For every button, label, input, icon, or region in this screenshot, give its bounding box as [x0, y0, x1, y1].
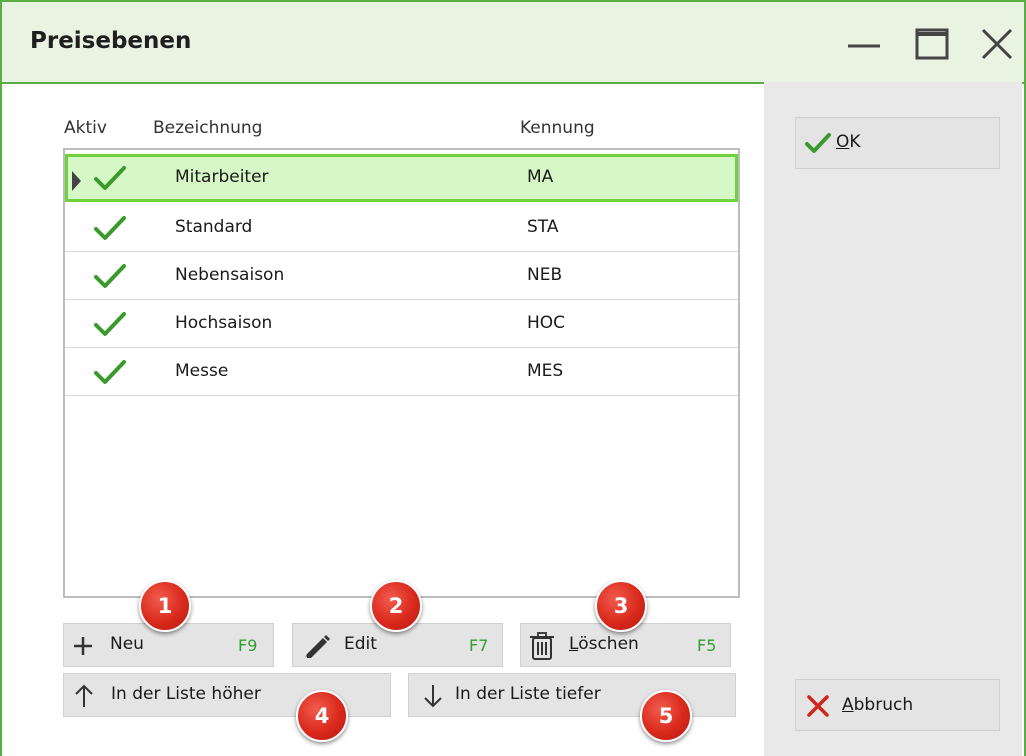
annotation-badge-1: 1: [139, 580, 191, 632]
arrow-down-icon: [424, 685, 442, 708]
row-kennung: HOC: [527, 313, 566, 333]
checkmark-icon: [805, 133, 831, 153]
row-bezeichnung: Messe: [175, 361, 229, 381]
column-header-bezeichnung[interactable]: Bezeichnung: [153, 118, 262, 138]
list-row[interactable]: Mitarbeiter MA: [65, 154, 738, 202]
minimize-icon: [848, 44, 880, 48]
abbruch-button[interactable]: Abbruch: [795, 679, 1000, 731]
annotation-badge-3: 3: [595, 580, 647, 632]
maximize-icon: [915, 28, 949, 60]
button-panel: [764, 82, 1022, 756]
row-kennung: MA: [527, 167, 554, 187]
close-icon: [981, 28, 1013, 60]
move-down-label: In der Liste tiefer: [455, 684, 601, 704]
loeschen-label: Löschen: [569, 634, 639, 654]
neu-label: Neu: [110, 634, 144, 654]
pencil-icon: [305, 635, 330, 658]
abbruch-label: Abbruch: [842, 695, 914, 715]
list-row[interactable]: Nebensaison NEB: [65, 252, 738, 300]
neu-shortcut: F9: [238, 636, 258, 655]
ok-button[interactable]: OK: [795, 117, 1000, 169]
checkmark-icon: [94, 312, 126, 336]
move-up-label: In der Liste höher: [111, 684, 261, 704]
window-title: Preisebenen: [30, 28, 192, 54]
close-button[interactable]: [977, 24, 1017, 64]
checkmark-icon: [94, 216, 126, 240]
checkmark-icon: [94, 166, 126, 190]
row-kennung: STA: [527, 217, 559, 237]
row-bezeichnung: Standard: [175, 217, 253, 237]
row-bezeichnung: Hochsaison: [175, 313, 273, 333]
loeschen-shortcut: F5: [697, 636, 717, 655]
annotation-badge-4: 4: [296, 690, 348, 742]
plus-icon: [74, 637, 92, 655]
checkmark-icon: [94, 264, 126, 288]
arrow-up-icon: [75, 684, 93, 707]
title-bar[interactable]: Preisebenen: [2, 2, 1024, 84]
checkmark-icon: [94, 360, 126, 384]
price-level-list[interactable]: Mitarbeiter MA Standard STA Nebensaison …: [63, 148, 740, 598]
row-bezeichnung: Nebensaison: [175, 265, 285, 285]
x-icon: [807, 695, 829, 717]
list-row[interactable]: Hochsaison HOC: [65, 300, 738, 348]
annotation-badge-5: 5: [640, 690, 692, 742]
edit-shortcut: F7: [469, 636, 489, 655]
list-row[interactable]: Standard STA: [65, 204, 738, 252]
row-bezeichnung: Mitarbeiter: [175, 167, 269, 187]
row-kennung: NEB: [527, 265, 563, 285]
edit-label: Edit: [344, 634, 377, 654]
trash-icon: [530, 632, 554, 660]
row-kennung: MES: [527, 361, 564, 381]
annotation-badge-2: 2: [370, 580, 422, 632]
column-header-kennung[interactable]: Kennung: [520, 118, 595, 138]
list-row[interactable]: Messe MES: [65, 348, 738, 396]
maximize-button[interactable]: [912, 24, 952, 64]
column-header-aktiv[interactable]: Aktiv: [64, 118, 107, 138]
ok-label: OK: [836, 132, 861, 152]
minimize-button[interactable]: [844, 24, 884, 64]
row-pointer-icon: [72, 171, 81, 191]
